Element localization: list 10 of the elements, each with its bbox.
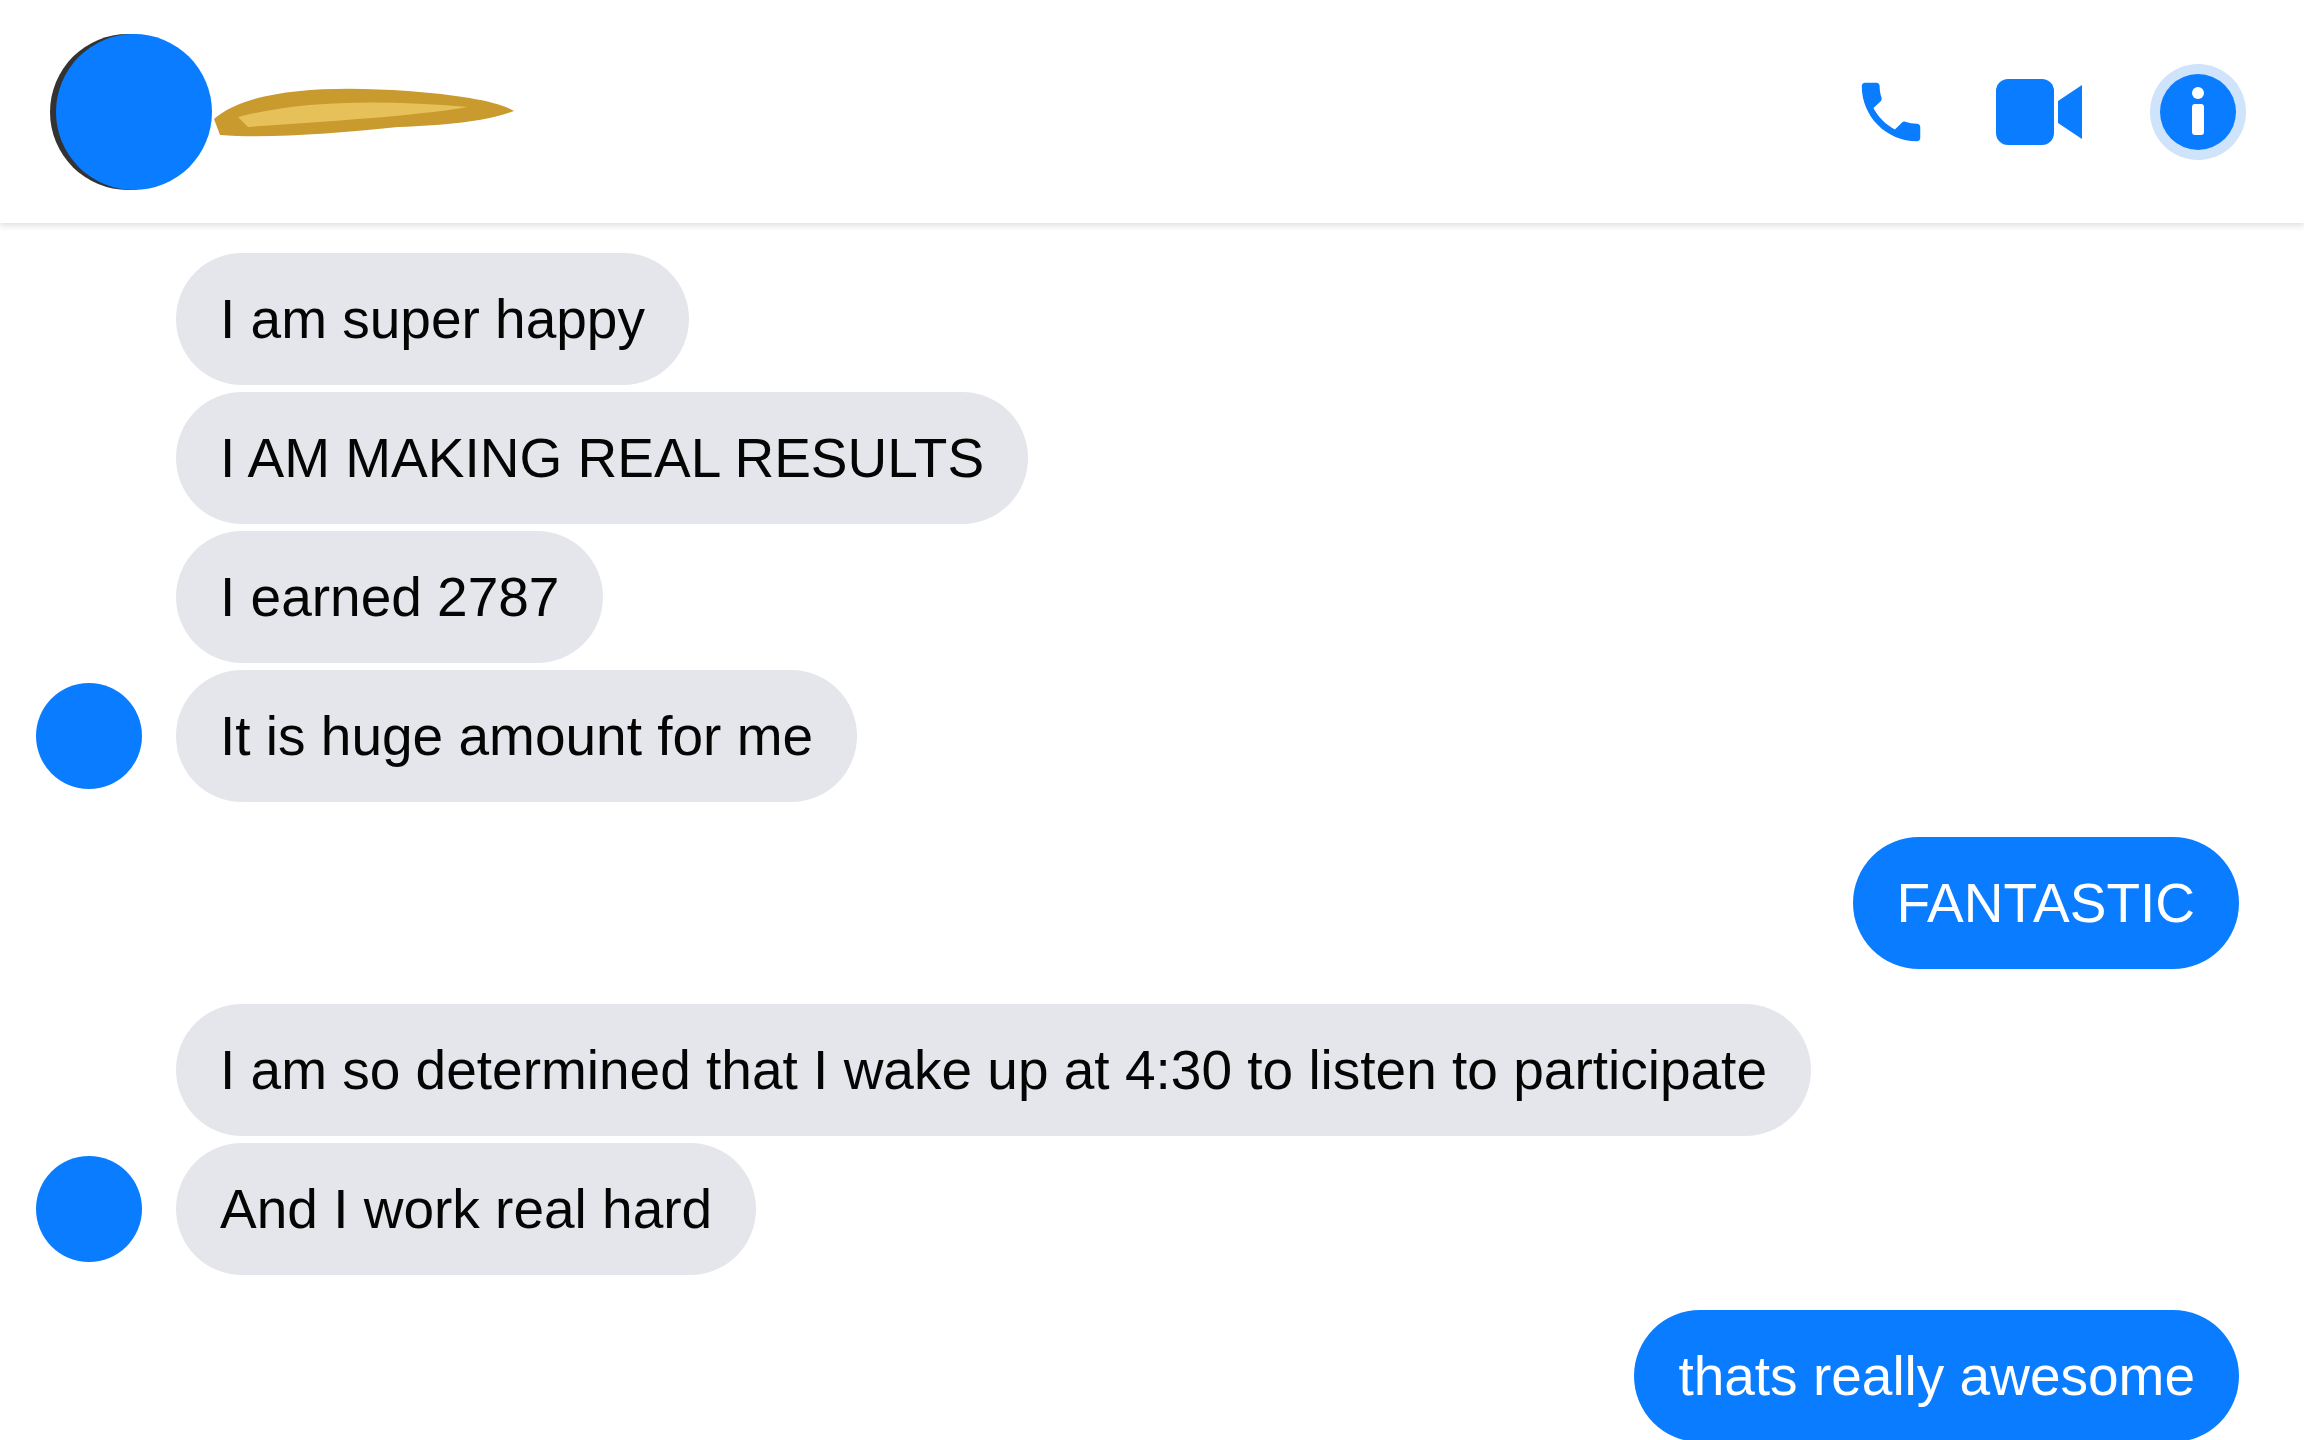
message-bubble: I am super happy: [176, 253, 689, 385]
message-bubble: FANTASTIC: [1852, 837, 2239, 969]
message-bubble: I earned 2787: [176, 531, 604, 663]
message-bubble: I AM MAKING REAL RESULTS: [176, 392, 1029, 524]
info-icon[interactable]: [2148, 61, 2248, 162]
message-bubble: I am so determined that I wake up at 4:30 to listen to participate: [176, 1004, 1811, 1136]
message-bubble: thats really awesome: [1634, 1310, 2239, 1440]
message-bubble: It is huge amount for me: [176, 670, 858, 802]
message-bubble: And I work real hard: [176, 1143, 757, 1275]
video-camera-icon[interactable]: [1996, 78, 2082, 145]
